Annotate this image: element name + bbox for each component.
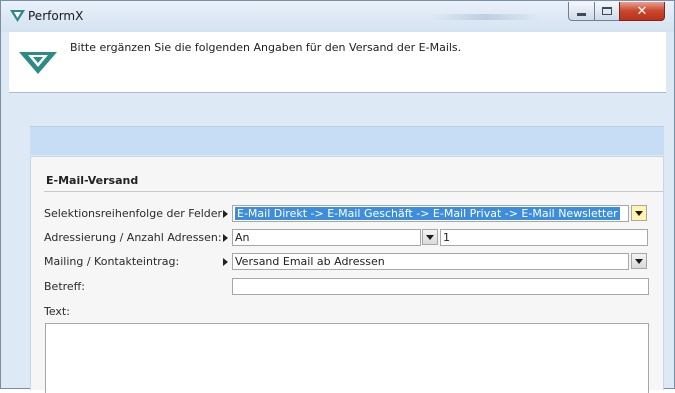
title-bar[interactable]: PerformX ✕ — [1, 1, 674, 32]
mailing-value: Versand Email ab Adressen — [235, 255, 385, 268]
text-area[interactable] — [45, 323, 649, 393]
selection-order-value: E-Mail Direkt -> E-Mail Geschäft -> E-Ma… — [235, 207, 620, 220]
selection-order-dropdown-button[interactable] — [631, 205, 647, 221]
group-divider — [44, 191, 663, 192]
chevron-down-icon — [635, 258, 643, 264]
mailing-arrow-icon — [223, 258, 228, 266]
performx-logo-icon — [19, 52, 57, 74]
info-banner: Bitte ergänzen Sie die folgenden Angaben… — [9, 32, 666, 92]
address-count-input[interactable]: 1 — [440, 229, 648, 246]
addressing-dropdown-button[interactable] — [422, 229, 438, 245]
group-title: E-Mail-Versand — [46, 174, 139, 187]
selection-order-select[interactable]: E-Mail Direkt -> E-Mail Geschäft -> E-Ma… — [232, 205, 629, 222]
subject-input[interactable] — [232, 278, 649, 295]
chevron-down-icon — [635, 210, 643, 216]
banner-message: Bitte ergänzen Sie die folgenden Angaben… — [70, 41, 462, 54]
maximize-icon — [602, 7, 612, 15]
subject-label: Betreff: — [44, 280, 85, 293]
close-button[interactable]: ✕ — [619, 2, 665, 21]
performx-logo-icon — [10, 10, 25, 22]
text-label: Text: — [44, 305, 70, 318]
window-title: PerformX — [28, 9, 84, 23]
app-window: PerformX ✕ Bitte ergänzen Sie die folgen… — [0, 0, 675, 393]
address-count-value: 1 — [443, 231, 450, 244]
maximize-button[interactable] — [594, 2, 620, 21]
minimize-icon — [577, 12, 586, 16]
title-bar-blur — [431, 14, 541, 20]
close-icon: ✕ — [636, 3, 648, 19]
addressing-label: Adressierung / Anzahl Adressen: — [44, 231, 222, 244]
addressing-arrow-icon — [223, 234, 228, 242]
mailing-label: Mailing / Kontakteintrag: — [44, 255, 180, 268]
selection-order-arrow-icon — [223, 210, 228, 218]
email-group-panel: E-Mail-Versand Selektionsreihenfolge der… — [30, 156, 664, 393]
minimize-button[interactable] — [568, 2, 595, 21]
addressing-value: An — [235, 231, 250, 244]
selection-order-label: Selektionsreihenfolge der Felder: — [44, 207, 226, 220]
mailing-dropdown-button[interactable] — [631, 253, 647, 269]
mailing-select[interactable]: Versand Email ab Adressen — [232, 253, 629, 270]
section-band — [30, 126, 664, 155]
addressing-select[interactable]: An — [232, 229, 421, 246]
chevron-down-icon — [426, 234, 434, 240]
banner-divider — [9, 92, 666, 93]
